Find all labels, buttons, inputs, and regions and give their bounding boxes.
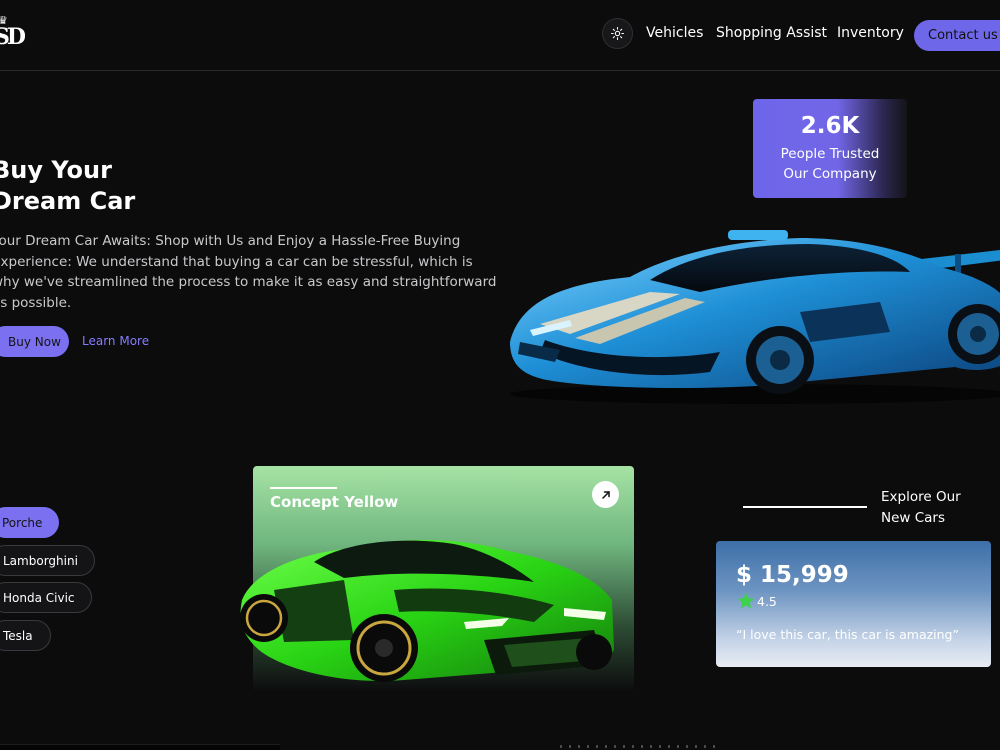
sun-icon xyxy=(611,27,624,40)
review-quote: “I love this car, this car is amazing” xyxy=(736,627,959,642)
car-price: $ 15,999 xyxy=(736,562,849,588)
hero-description: Your Dream Car Awaits: Shop with Us and … xyxy=(0,233,497,311)
brand-logo[interactable]: ♛ SD xyxy=(0,14,26,56)
price-review-card[interactable]: $ 15,999 4.5 “I love this car, this car … xyxy=(716,541,991,667)
trust-label-line-2: Our Company xyxy=(783,166,877,182)
hero-title-line-1: Buy Your xyxy=(0,156,112,184)
brand-filter-honda-civic[interactable]: Honda Civic xyxy=(0,582,92,613)
concept-open-button[interactable] xyxy=(592,481,619,508)
trust-stat-card: 2.6K People Trusted Our Company xyxy=(753,99,907,198)
hero-title: Buy Your Dream Car xyxy=(0,155,135,217)
explore-heading: Explore Our New Cars xyxy=(881,487,961,528)
learn-more-link[interactable]: Learn More xyxy=(82,334,149,348)
brand-filter-porche[interactable]: Porche xyxy=(0,507,59,538)
next-section-edge xyxy=(0,744,280,750)
logo-monogram: SD xyxy=(0,24,26,50)
concept-title-rule xyxy=(270,487,337,489)
brand-filter-tesla[interactable]: Tesla xyxy=(0,620,51,651)
trust-count: 2.6K xyxy=(800,113,860,139)
trust-label: People Trusted Our Company xyxy=(753,144,907,184)
trust-label-line-1: People Trusted xyxy=(780,146,880,162)
top-nav: ♛ SD Vehicles Shopping Assist Inventory … xyxy=(0,0,1000,71)
nav-link-shopping-assist[interactable]: Shopping Assist xyxy=(716,25,827,41)
hero-title-line-2: Dream Car xyxy=(0,187,136,215)
next-section-text-edge xyxy=(560,745,720,748)
hero-car-image xyxy=(510,230,1000,404)
rating-value: 4.5 xyxy=(757,594,777,609)
buy-now-button[interactable]: Buy Now xyxy=(0,326,69,357)
explore-rule xyxy=(743,506,867,508)
nav-link-inventory[interactable]: Inventory xyxy=(837,25,904,41)
brand-filter-lamborghini[interactable]: Lamborghini xyxy=(0,545,95,576)
theme-toggle-button[interactable] xyxy=(602,18,633,49)
explore-heading-line-2: New Cars xyxy=(881,509,946,526)
contact-us-button[interactable]: Contact us xyxy=(914,20,1000,51)
concept-car-image xyxy=(240,540,614,682)
explore-heading-line-1: Explore Our xyxy=(881,489,961,505)
nav-link-vehicles[interactable]: Vehicles xyxy=(646,25,703,41)
arrow-up-right-icon xyxy=(601,490,610,499)
star-icon xyxy=(737,592,755,609)
concept-card-title: Concept Yellow xyxy=(270,493,399,511)
